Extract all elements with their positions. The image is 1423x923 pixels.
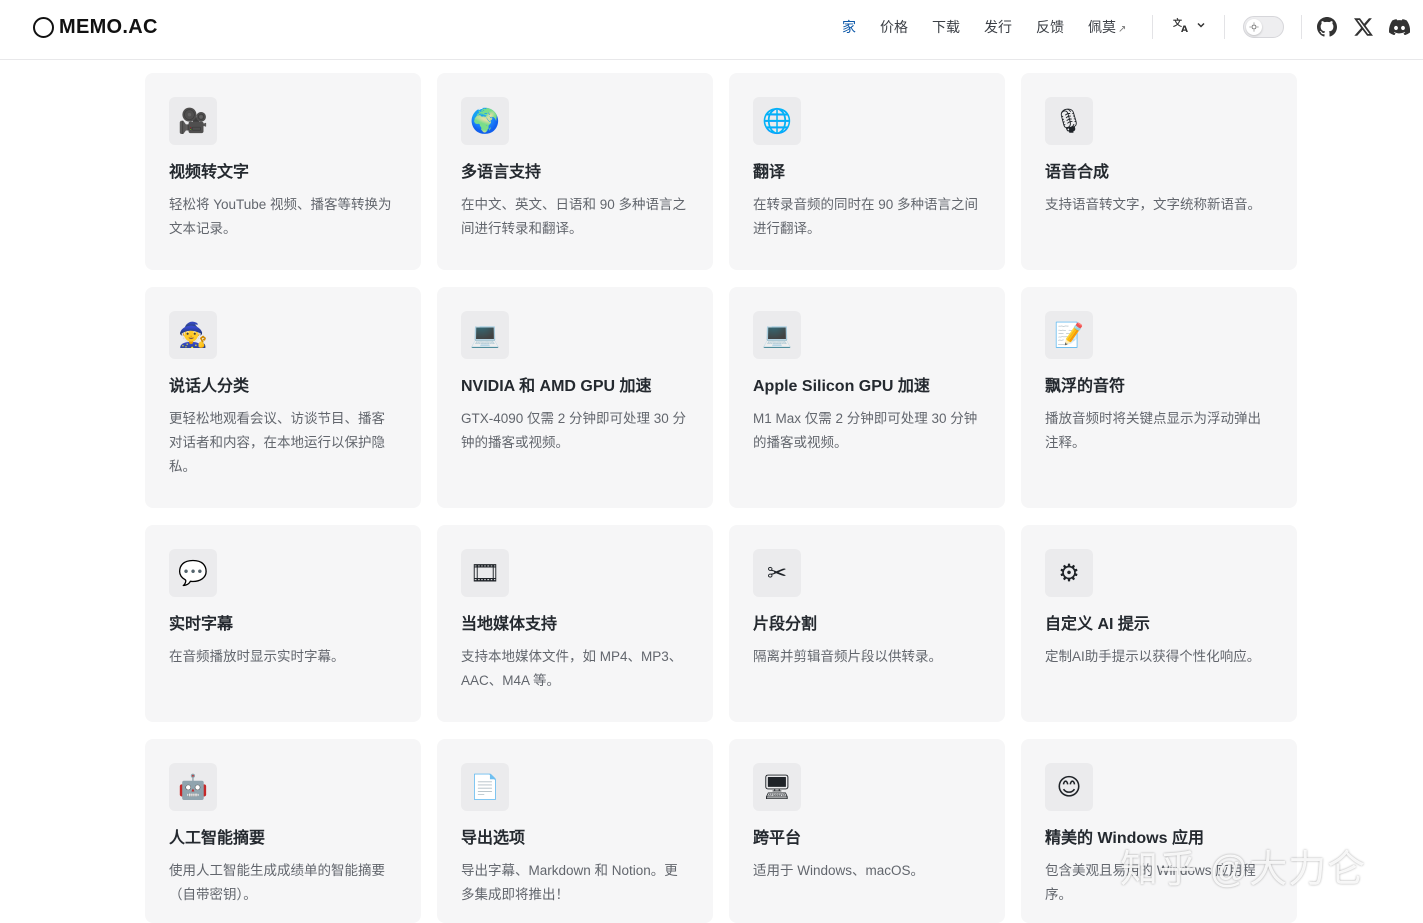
card-description: 轻松将 YouTube 视频、播客等转换为文本记录。: [169, 197, 392, 236]
brand-logo[interactable]: MEMO.AC: [33, 16, 158, 39]
card-description: GTX-4090 仅需 2 分钟即可处理 30 分钟的播客或视频。: [461, 411, 687, 450]
svg-text:A: A: [1181, 25, 1188, 33]
card-title: 人工智能摘要: [169, 830, 266, 847]
nav-home[interactable]: 家: [842, 17, 856, 37]
card-title: 多语言支持: [461, 164, 542, 181]
card-title: Apple Silicon GPU 加速: [753, 378, 930, 395]
desktop-icon: 🖥: [753, 763, 801, 811]
card-description: 支持语音转文字，文字统称新语音。: [1045, 197, 1261, 212]
speech-bubble-icon: 💬: [169, 549, 217, 597]
globe-icon: 🌍: [461, 97, 509, 145]
document-icon: 📄: [461, 763, 509, 811]
speaker-diarization-icon: 🧙: [169, 311, 217, 359]
feature-card[interactable]: 😊 精美的 Windows 应用 包含美观且易用的 Windows 应用程序。: [1021, 739, 1297, 923]
card-description: 更轻松地观看会议、访谈节目、播客对话者和内容，在本地运行以保护隐私。: [169, 411, 385, 474]
feature-card[interactable]: ✂ 片段分割 隔离并剪辑音频片段以供转录。: [729, 525, 1005, 722]
nav-peimo-label: 佩莫: [1088, 19, 1116, 35]
card-title: 片段分割: [753, 616, 818, 633]
nav-pricing[interactable]: 价格: [880, 17, 908, 37]
feature-card[interactable]: 📝 飘浮的音符 播放音频时将关键点显示为浮动弹出注释。: [1021, 287, 1297, 508]
feature-card[interactable]: 🎞 当地媒体支持 支持本地媒体文件，如 MP4、MP3、AAC、M4A 等。: [437, 525, 713, 722]
card-title: 实时字幕: [169, 616, 234, 633]
translate-icon: 文 A: [1173, 17, 1188, 33]
github-icon[interactable]: [1316, 16, 1338, 38]
theme-toggle[interactable]: [1243, 16, 1284, 38]
laptop-icon: 💻: [753, 311, 801, 359]
divider: [1301, 15, 1302, 39]
card-title: 导出选项: [461, 830, 526, 847]
card-title: 说话人分类: [169, 378, 250, 395]
card-title: 跨平台: [753, 830, 802, 847]
card-description: 导出字幕、Markdown 和 Notion。更多集成即将推出！: [461, 863, 678, 902]
card-description: 在中文、英文、日语和 90 多种语言之间进行转录和翻译。: [461, 197, 687, 236]
card-description: M1 Max 仅需 2 分钟即可处理 30 分钟的播客或视频。: [753, 411, 978, 450]
film-icon: 🎞: [461, 549, 509, 597]
nav-download[interactable]: 下载: [932, 17, 960, 37]
card-description: 在音频播放时显示实时字幕。: [169, 649, 345, 664]
globe-meridians-icon: 🌐: [753, 97, 801, 145]
main-nav: 家 价格 下载 发行 反馈 佩莫 ↗: [842, 17, 1150, 37]
smiley-icon: 😊: [1045, 763, 1093, 811]
card-description: 包含美观且易用的 Windows 应用程序。: [1045, 863, 1256, 902]
card-description: 支持本地媒体文件，如 MP4、MP3、AAC、M4A 等。: [461, 649, 683, 688]
memo-icon: 📝: [1045, 311, 1093, 359]
chevron-down-icon: [1197, 22, 1205, 28]
x-icon[interactable]: [1352, 16, 1374, 38]
card-title: 精美的 Windows 应用: [1045, 830, 1204, 847]
nav-releases[interactable]: 发行: [984, 17, 1012, 37]
card-description: 定制AI助手提示以获得个性化响应。: [1045, 649, 1261, 664]
movie-camera-icon: 🎥: [169, 97, 217, 145]
feature-card[interactable]: 📄 导出选项 导出字幕、Markdown 和 Notion。更多集成即将推出！: [437, 739, 713, 923]
feature-card[interactable]: 💻 Apple Silicon GPU 加速 M1 Max 仅需 2 分钟即可处…: [729, 287, 1005, 508]
card-title: 翻译: [753, 164, 786, 181]
scissors-icon: ✂: [753, 549, 801, 597]
feature-card[interactable]: 🤖 人工智能摘要 使用人工智能生成成绩单的智能摘要（自带密钥）。: [145, 739, 421, 923]
card-title: 自定义 AI 提示: [1045, 616, 1150, 633]
feature-card[interactable]: 🎥 视频转文字 轻松将 YouTube 视频、播客等转换为文本记录。: [145, 73, 421, 270]
feature-card[interactable]: 🎙 语音合成 支持语音转文字，文字统称新语音。: [1021, 73, 1297, 270]
external-link-icon: ↗: [1118, 24, 1127, 35]
brand-circle-icon: [33, 17, 54, 38]
card-description: 播放音频时将关键点显示为浮动弹出注释。: [1045, 411, 1261, 450]
feature-card[interactable]: ⚙ 自定义 AI 提示 定制AI助手提示以获得个性化响应。: [1021, 525, 1297, 722]
card-title: 语音合成: [1045, 164, 1110, 181]
card-title: NVIDIA 和 AMD GPU 加速: [461, 378, 652, 395]
divider: [1152, 15, 1153, 39]
feature-card[interactable]: 💬 实时字幕 在音频播放时显示实时字幕。: [145, 525, 421, 722]
card-title: 视频转文字: [169, 164, 250, 181]
nav-feedback[interactable]: 反馈: [1036, 17, 1064, 37]
divider: [1224, 15, 1225, 39]
feature-card[interactable]: 🧙 说话人分类 更轻松地观看会议、访谈节目、播客对话者和内容，在本地运行以保护隐…: [145, 287, 421, 508]
feature-card[interactable]: 💻 NVIDIA 和 AMD GPU 加速 GTX-4090 仅需 2 分钟即可…: [437, 287, 713, 508]
language-switcher[interactable]: 文 A: [1173, 17, 1206, 33]
brand-name: MEMO.AC: [59, 16, 158, 38]
discord-icon[interactable]: [1388, 16, 1410, 38]
card-description: 使用人工智能生成成绩单的智能摘要（自带密钥）。: [169, 863, 385, 902]
card-title: 当地媒体支持: [461, 616, 558, 633]
card-title: 飘浮的音符: [1045, 378, 1126, 395]
gear-icon: ⚙: [1045, 549, 1093, 597]
robot-icon: 🤖: [169, 763, 217, 811]
nav-peimo[interactable]: 佩莫 ↗: [1088, 17, 1126, 37]
feature-card[interactable]: 🌍 多语言支持 在中文、英文、日语和 90 多种语言之间进行转录和翻译。: [437, 73, 713, 270]
laptop-icon: 💻: [461, 311, 509, 359]
card-description: 适用于 Windows、macOS。: [753, 863, 925, 878]
card-description: 隔离并剪辑音频片段以供转录。: [753, 649, 942, 664]
microphone-icon: 🎙: [1045, 97, 1093, 145]
card-description: 在转录音频的同时在 90 多种语言之间进行翻译。: [753, 197, 979, 236]
sun-icon: [1246, 19, 1262, 35]
feature-card[interactable]: 🖥 跨平台 适用于 Windows、macOS。: [729, 739, 1005, 923]
feature-card[interactable]: 🌐 翻译 在转录音频的同时在 90 多种语言之间进行翻译。: [729, 73, 1005, 270]
top-navbar: MEMO.AC 家 价格 下载 发行 反馈 佩莫 ↗ 文 A: [0, 0, 1423, 60]
